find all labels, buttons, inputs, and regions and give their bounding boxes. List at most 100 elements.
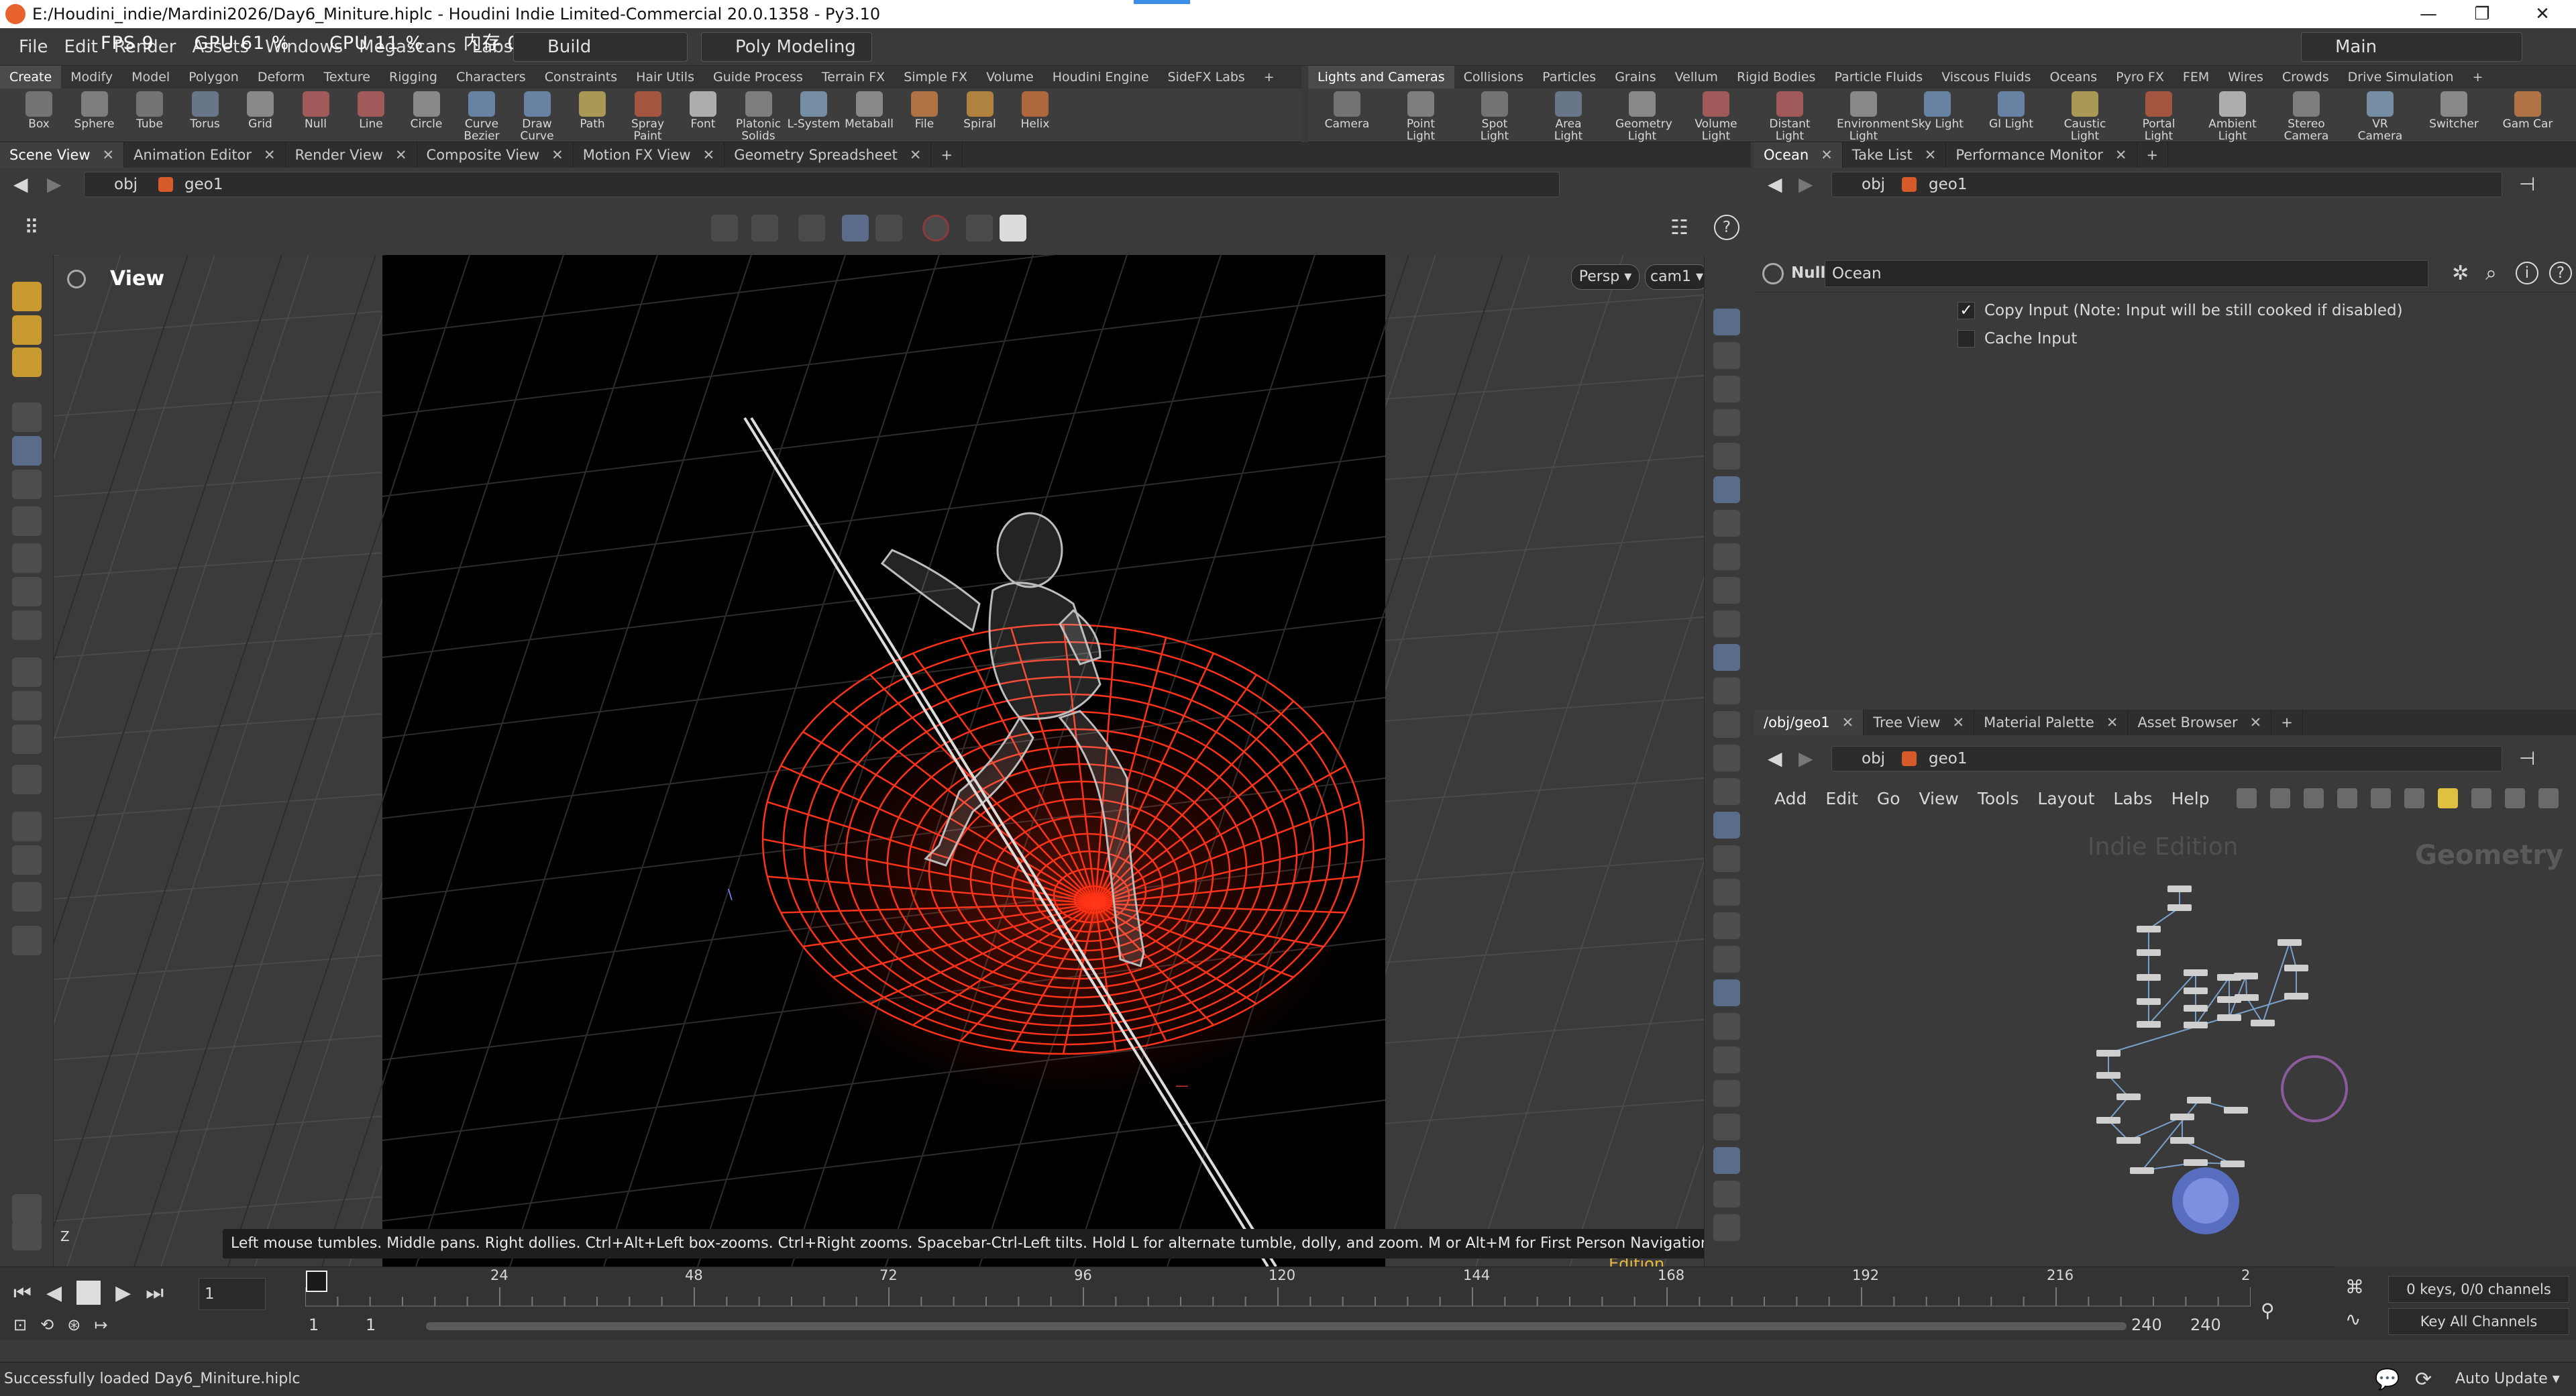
pane-tab-render-view[interactable]: Render View ✕: [286, 142, 417, 168]
help-icon[interactable]: ?: [1714, 215, 1739, 240]
channel-icon[interactable]: ⌘: [2345, 1276, 2364, 1298]
key-filter-icon[interactable]: ⚲: [2261, 1299, 2275, 1322]
network-menu-tools[interactable]: Tools: [1978, 789, 2019, 808]
menu-edit[interactable]: Edit: [56, 37, 106, 57]
shelf-tab-create[interactable]: Create: [0, 66, 62, 89]
tool-path[interactable]: Path: [566, 91, 619, 130]
tool-draw-curve[interactable]: Draw Curve: [511, 91, 564, 142]
tool-caustic-light[interactable]: Caustic Light: [2058, 91, 2112, 142]
info-icon[interactable]: i: [2516, 262, 2538, 284]
pane-tab-asset-browser[interactable]: Asset Browser ✕: [2128, 710, 2272, 735]
close-tab-icon[interactable]: ✕: [551, 147, 564, 163]
tool-line[interactable]: Line: [344, 91, 398, 130]
shelf-tab-wires[interactable]: Wires: [2218, 66, 2273, 89]
range-icon[interactable]: ⊡: [13, 1316, 27, 1334]
add-pane-tab-button[interactable]: +: [2271, 710, 2303, 735]
close-tab-icon[interactable]: ✕: [264, 147, 276, 163]
back-arrow-icon[interactable]: ◀: [1768, 747, 1782, 769]
display-option-icon[interactable]: [1713, 912, 1740, 939]
network-node[interactable]: [2217, 1014, 2241, 1021]
network-node[interactable]: [2184, 969, 2208, 976]
display-option-icon[interactable]: [1713, 745, 1740, 771]
display-option-icon[interactable]: [1713, 1147, 1740, 1174]
network-node[interactable]: [2235, 994, 2259, 1001]
close-tab-icon[interactable]: ✕: [910, 147, 922, 163]
display-option-icon[interactable]: [1713, 778, 1740, 805]
pane-tab-motion-fx-view[interactable]: Motion FX View ✕: [574, 142, 725, 168]
shelf-tab-rigging[interactable]: Rigging: [380, 66, 447, 89]
menu-file[interactable]: File: [11, 37, 56, 57]
display-option-icon[interactable]: [1713, 1013, 1740, 1040]
network-tool-icon[interactable]: [2538, 788, 2559, 808]
network-node[interactable]: [2277, 939, 2302, 946]
viewport-tool-icon[interactable]: [12, 845, 42, 875]
network-node[interactable]: [2251, 1020, 2275, 1026]
maximize-button[interactable]: ❐: [2449, 0, 2516, 28]
shelf-tab-lights-and-cameras[interactable]: Lights and Cameras: [1308, 66, 1454, 89]
persp-selector[interactable]: Persp ▾: [1571, 264, 1640, 290]
tool-circle[interactable]: Circle: [400, 91, 453, 130]
tool-box[interactable]: Box: [12, 91, 66, 130]
network-node[interactable]: [2167, 904, 2192, 911]
close-tab-icon[interactable]: ✕: [1821, 147, 1833, 163]
display-option-icon[interactable]: [1713, 879, 1740, 906]
network-tool-icon[interactable]: [2471, 788, 2491, 808]
pane-tab-geometry-spreadsheet[interactable]: Geometry Spreadsheet ✕: [724, 142, 932, 168]
shelf-tab-particles[interactable]: Particles: [1533, 66, 1605, 89]
network-node[interactable]: [2184, 1005, 2208, 1012]
network-node[interactable]: [2184, 987, 2208, 994]
display-option-icon[interactable]: [1713, 476, 1740, 503]
forward-arrow-icon[interactable]: ▶: [1799, 747, 1813, 769]
tool-sphere[interactable]: Sphere: [68, 91, 121, 130]
display-option-icon[interactable]: [1713, 644, 1740, 671]
shelf-tab-collisions[interactable]: Collisions: [1454, 66, 1533, 89]
viewport-tool-icon[interactable]: [12, 543, 42, 573]
current-frame-field[interactable]: 1: [199, 1278, 266, 1310]
start-frame-1[interactable]: 1: [309, 1316, 319, 1334]
network-menu-view[interactable]: View: [1919, 789, 1959, 808]
shelf-tab-fem[interactable]: FEM: [2174, 66, 2218, 89]
chat-icon[interactable]: 💬: [2375, 1368, 2400, 1391]
help-icon[interactable]: ?: [2549, 262, 2572, 284]
display-option-icon[interactable]: [1713, 610, 1740, 637]
path-geo[interactable]: geo1: [184, 176, 223, 193]
tool-geometry-light[interactable]: Geometry Light: [1615, 91, 1672, 142]
viewport-tool-icon[interactable]: [12, 315, 42, 345]
display-option-icon[interactable]: [1713, 1214, 1740, 1241]
pane-tab-obj-geo1[interactable]: /obj/geo1 ✕: [1754, 710, 1864, 735]
network-node[interactable]: [2187, 1097, 2211, 1104]
tool-metaball[interactable]: Metaball: [843, 91, 896, 130]
view-layout-icon[interactable]: [875, 215, 902, 241]
viewport-tool-icon[interactable]: [12, 347, 42, 377]
shelf-tab-viscous-fluids[interactable]: Viscous Fluids: [1932, 66, 2040, 89]
network-node[interactable]: [2167, 885, 2192, 892]
add-pane-tab-button[interactable]: +: [931, 142, 963, 168]
cache-input-checkbox[interactable]: [1957, 330, 1975, 347]
view-gear-icon[interactable]: [67, 270, 86, 288]
shelf-tab-hair-utils[interactable]: Hair Utils: [627, 66, 704, 89]
display-option-icon[interactable]: [1713, 376, 1740, 402]
path-geo[interactable]: geo1: [1929, 176, 1967, 193]
display-option-icon[interactable]: [1713, 711, 1740, 738]
play-reverse-icon[interactable]: ◀: [46, 1281, 62, 1305]
shelf-tab-constraints[interactable]: Constraints: [535, 66, 627, 89]
tool-switcher[interactable]: Switcher: [2427, 91, 2481, 130]
display-option-icon[interactable]: [1713, 443, 1740, 470]
tool-portal-light[interactable]: Portal Light: [2132, 91, 2186, 142]
display-option-icon[interactable]: [1713, 342, 1740, 369]
range-slider[interactable]: [426, 1322, 2127, 1330]
pane-tab-scene-view[interactable]: Scene View ✕: [0, 142, 125, 168]
add-pane-tab-button[interactable]: +: [2137, 142, 2169, 168]
tool-distant-light[interactable]: Distant Light: [1763, 91, 1817, 142]
viewport-tool-icon[interactable]: [12, 610, 42, 640]
network-editor[interactable]: Indie Edition Geometry: [1754, 818, 2576, 1267]
display-option-icon[interactable]: [1713, 1046, 1740, 1073]
shelf-tab-terrain-fx[interactable]: Terrain FX: [812, 66, 894, 89]
network-node[interactable]: [2116, 1137, 2141, 1144]
close-tab-icon[interactable]: ✕: [1842, 714, 1854, 731]
network-node[interactable]: [2170, 1137, 2194, 1144]
camera-selector[interactable]: cam1 ▾: [1645, 264, 1704, 290]
tool-tube[interactable]: Tube: [123, 91, 176, 130]
close-tab-icon[interactable]: ✕: [2106, 714, 2118, 731]
refresh-icon[interactable]: ⟳: [2415, 1368, 2432, 1391]
